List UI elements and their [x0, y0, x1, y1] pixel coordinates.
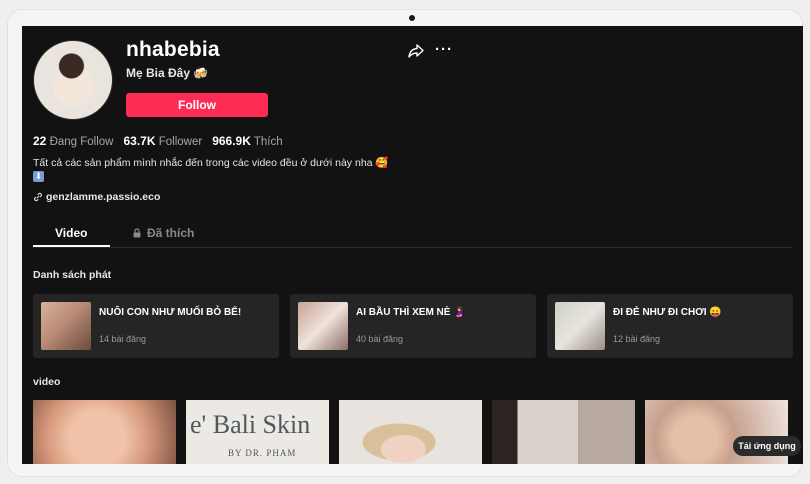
follow-button[interactable]: Follow	[126, 93, 268, 117]
profile-tabs: Video Đã thích	[33, 223, 793, 248]
profile-link-text[interactable]: genzlamme.passio.eco	[46, 191, 160, 203]
profile-stats: 22 Đang Follow 63.7K Follower 966.9K Thí…	[33, 134, 283, 148]
down-arrow-icon: ⬇	[33, 171, 44, 182]
stat-likes: 966.9K Thích	[212, 134, 283, 148]
username: nhabebia	[126, 38, 220, 61]
playlist-card[interactable]: ĐI ĐẺ NHƯ ĐI CHƠI 😛 12 bài đăng	[547, 294, 793, 358]
playlist-thumbnail	[298, 302, 348, 350]
more-options-icon[interactable]: ···	[435, 41, 453, 58]
video-overlay-text: e' Bali Skin	[190, 410, 311, 439]
playlist-thumbnail	[555, 302, 605, 350]
profile-link[interactable]: genzlamme.passio.eco	[33, 191, 160, 203]
video-thumbnail[interactable]	[492, 400, 635, 464]
get-app-button[interactable]: Tải ứng dụng	[733, 436, 801, 456]
playlist-thumbnail	[41, 302, 91, 350]
avatar[interactable]	[33, 40, 113, 120]
video-thumbnail[interactable]	[339, 400, 482, 464]
tab-liked-label: Đã thích	[147, 226, 195, 240]
lock-icon	[133, 228, 141, 238]
stat-followers[interactable]: 63.7K Follower	[123, 134, 202, 148]
playlist-card[interactable]: AI BẦU THÌ XEM NÈ 🤰 40 bài đăng	[290, 294, 536, 358]
link-icon	[34, 192, 42, 202]
video-thumbnail[interactable]: e' Bali Skin BY DR. PHAM	[186, 400, 329, 464]
playlist-count: 14 bài đăng	[99, 334, 147, 344]
tab-video[interactable]: Video	[55, 226, 87, 240]
bio-text: Tất cả các sản phẩm mình nhắc đến trong …	[33, 157, 389, 169]
share-icon[interactable]	[408, 43, 424, 59]
playlists-heading: Danh sách phát	[33, 269, 112, 281]
playlist-title: ĐI ĐẺ NHƯ ĐI CHƠI 😛	[613, 307, 722, 318]
playlist-title: NUÔI CON NHƯ MUỐI BỎ BỂ!	[99, 307, 242, 318]
tab-liked[interactable]: Đã thích	[132, 226, 194, 240]
active-tab-indicator	[33, 245, 110, 247]
nickname: Mẹ Bia Đây 🍻	[126, 66, 209, 80]
videos-heading: video	[33, 376, 61, 388]
video-overlay-subtext: BY DR. PHAM	[228, 448, 297, 458]
profile-screen: nhabebia Mẹ Bia Đây 🍻 Follow ··· 22 Đang…	[22, 26, 803, 464]
camera-dot	[409, 15, 415, 21]
playlist-count: 12 bài đăng	[613, 334, 661, 344]
playlist-count: 40 bài đăng	[356, 334, 404, 344]
stat-following[interactable]: 22 Đang Follow	[33, 134, 113, 148]
video-thumbnail[interactable]	[33, 400, 176, 464]
playlist-title: AI BẦU THÌ XEM NÈ 🤰	[356, 307, 466, 318]
playlist-card[interactable]: NUÔI CON NHƯ MUỐI BỎ BỂ! 14 bài đăng	[33, 294, 279, 358]
